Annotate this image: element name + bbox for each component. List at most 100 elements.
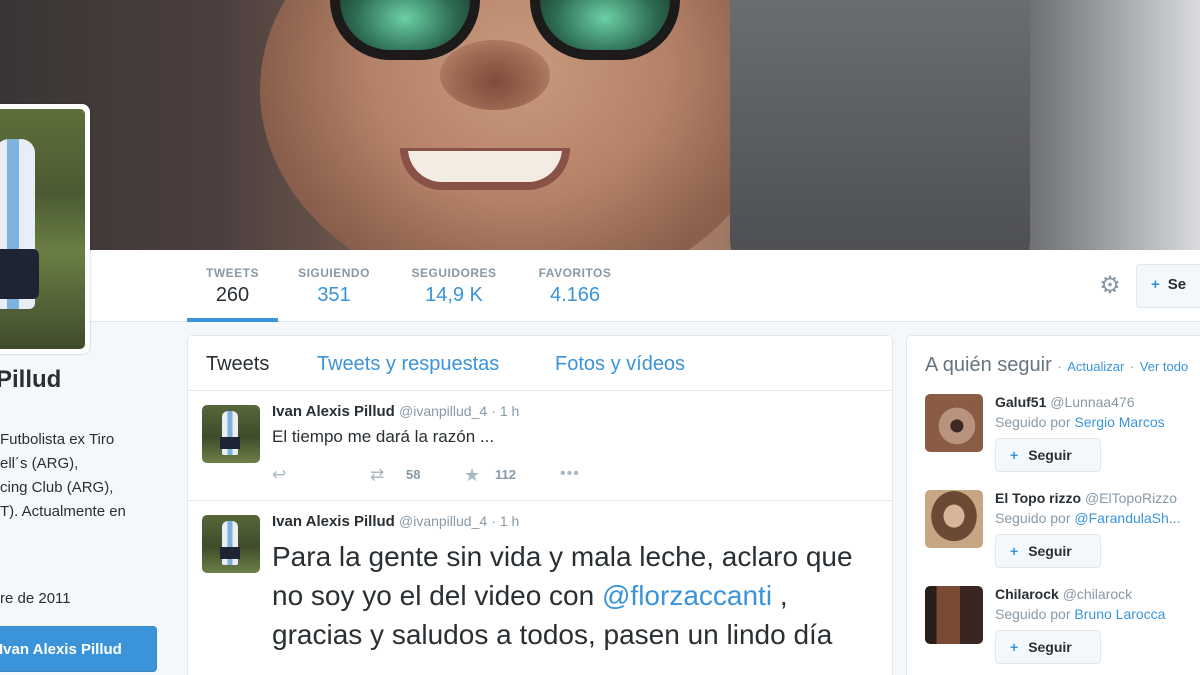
suggestion-name[interactable]: El Topo rizzo @ElTopoRizzo	[995, 490, 1177, 506]
favorite-count: 112	[495, 467, 516, 482]
follow-button[interactable]: + Se	[1136, 264, 1200, 308]
follow-suggestion-button[interactable]: + Seguir	[995, 630, 1101, 664]
timeline: Tweets Tweets y respuestas Fotos y vídeo…	[187, 335, 893, 675]
suggestion-item: El Topo rizzo @ElTopoRizzo Seguido por @…	[925, 490, 1200, 580]
bio-line: ell´s (ARG),	[0, 455, 79, 472]
tweet-fullname[interactable]: Ivan Alexis Pillud	[272, 513, 395, 530]
gear-icon[interactable]: ⚙	[1096, 272, 1124, 300]
avatar-player-shorts	[220, 437, 240, 449]
header-smile	[400, 148, 570, 190]
suggestion-context: Seguido por Bruno Larocca	[995, 606, 1165, 622]
add-user-icon: +	[1010, 447, 1019, 463]
suggestion-avatar[interactable]	[925, 394, 983, 452]
tab-tweets-replies[interactable]: Tweets y respuestas	[317, 353, 499, 376]
header-nose	[440, 40, 550, 110]
tweet-timestamp[interactable]: · 1 h	[491, 403, 519, 419]
stat-label: SIGUIENDO	[298, 266, 370, 280]
tweet-timestamp[interactable]: · 1 h	[491, 513, 519, 529]
suggestion-item: Chilarock @chilarock Seguido por Bruno L…	[925, 586, 1200, 675]
suggestion-avatar[interactable]	[925, 586, 983, 644]
bio-line: Futbolista ex Tiro	[0, 431, 115, 448]
profile-bio: Futbolista ex Tiro ell´s (ARG), cing Clu…	[0, 428, 180, 524]
separator-dot: ·	[1129, 359, 1135, 374]
suggestion-context: Seguido por @FarandulaSh...	[995, 510, 1180, 526]
stat-value: 351	[317, 284, 351, 306]
stat-label: TWEETS	[206, 266, 259, 280]
tweet-avatar[interactable]	[202, 515, 260, 573]
timeline-tabs: Tweets Tweets y respuestas Fotos y vídeo…	[188, 336, 892, 391]
follow-label: Seguir	[1028, 543, 1072, 559]
retweet-count: 58	[406, 467, 421, 482]
profile-nav: TWEETS 260 SIGUIENDO 351 SEGUIDORES 14,9…	[0, 250, 1200, 322]
suggestion-avatar[interactable]	[925, 490, 983, 548]
profile-avatar[interactable]	[0, 104, 90, 354]
suggestion-handle: @chilarock	[1062, 586, 1133, 602]
tweet-mention-link[interactable]: @florzaccanti	[602, 580, 772, 611]
tweet-item[interactable]: Ivan Alexis Pillud @ivanpillud_4 · 1 h E…	[188, 391, 892, 501]
suggestion-context: Seguido por Sergio Marcos	[995, 414, 1165, 430]
avatar-image	[0, 109, 85, 349]
tab-tweets[interactable]: Tweets	[206, 353, 269, 376]
suggestion-fullname: Galuf51	[995, 394, 1047, 410]
context-prefix: Seguido por	[995, 606, 1071, 622]
tweet-to-button[interactable]: Ivan Alexis Pillud	[0, 626, 157, 672]
stat-favorites[interactable]: FAVORITOS 4.166	[531, 250, 619, 322]
context-user-link[interactable]: Bruno Larocca	[1074, 606, 1165, 622]
tweet-username[interactable]: @ivanpillud_4	[399, 403, 487, 419]
avatar-player-shorts	[0, 249, 39, 299]
who-to-follow-header: A quién seguir · Actualizar · Ver todo	[925, 354, 1188, 377]
follow-label: Seguir	[1028, 447, 1072, 463]
stat-following[interactable]: SIGUIENDO 351	[292, 250, 376, 322]
reply-icon[interactable]: ↩	[272, 465, 286, 485]
follow-suggestion-button[interactable]: + Seguir	[995, 534, 1101, 568]
tweet-item[interactable]: Ivan Alexis Pillud @ivanpillud_4 · 1 h P…	[188, 501, 892, 675]
tab-photos-videos[interactable]: Fotos y vídeos	[555, 353, 685, 376]
stat-value: 14,9 K	[425, 284, 483, 306]
suggestion-item: Galuf51 @Lunnaa476 Seguido por Sergio Ma…	[925, 394, 1200, 484]
stat-label: FAVORITOS	[538, 266, 612, 280]
profile-join-date: re de 2011	[0, 590, 71, 607]
stat-value: 260	[215, 284, 250, 306]
follow-suggestion-button[interactable]: + Seguir	[995, 438, 1101, 472]
tweet-avatar[interactable]	[202, 405, 260, 463]
tweet-fullname[interactable]: Ivan Alexis Pillud	[272, 403, 395, 420]
refresh-link[interactable]: Actualizar	[1067, 359, 1124, 374]
context-user-link[interactable]: Sergio Marcos	[1074, 414, 1164, 430]
suggestion-handle: @Lunnaa476	[1050, 394, 1135, 410]
profile-header-photo[interactable]	[0, 0, 1200, 250]
header-face	[260, 0, 780, 250]
profile-name: Pillud	[0, 366, 62, 393]
who-to-follow: A quién seguir · Actualizar · Ver todo G…	[906, 335, 1200, 675]
suggestion-name[interactable]: Chilarock @chilarock	[995, 586, 1132, 602]
follow-button-label: Se	[1167, 276, 1187, 293]
separator-dot: ·	[1057, 359, 1062, 374]
view-all-link[interactable]: Ver todo	[1140, 359, 1188, 374]
context-prefix: Seguido por	[995, 414, 1071, 430]
add-user-icon: +	[1010, 543, 1019, 559]
tweet-header: Ivan Alexis Pillud @ivanpillud_4 · 1 h	[272, 403, 519, 420]
suggestion-fullname: Chilarock	[995, 586, 1059, 602]
who-to-follow-title: A quién seguir	[925, 354, 1052, 376]
retweet-icon[interactable]: ⇄	[370, 465, 384, 485]
bio-line: T). Actualmente en	[0, 503, 126, 520]
stat-label: SEGUIDORES	[411, 266, 497, 280]
tweet-text: Para la gente sin vida y mala leche, acl…	[272, 537, 882, 654]
suggestion-name[interactable]: Galuf51 @Lunnaa476	[995, 394, 1135, 410]
suggestion-fullname: El Topo rizzo	[995, 490, 1082, 506]
follow-label: Seguir	[1028, 639, 1072, 655]
tweet-text: El tiempo me dará la razón ...	[272, 427, 495, 446]
favorite-icon[interactable]: ★	[464, 465, 480, 486]
suggestion-handle: @ElTopoRizzo	[1084, 490, 1177, 506]
tweet-header: Ivan Alexis Pillud @ivanpillud_4 · 1 h	[272, 513, 519, 530]
context-prefix: Seguido por	[995, 510, 1071, 526]
stat-value: 4.166	[549, 284, 601, 306]
more-icon[interactable]: •••	[560, 465, 580, 483]
add-user-icon: +	[1151, 276, 1160, 293]
tweet-username[interactable]: @ivanpillud_4	[399, 513, 487, 529]
bio-line: cing Club (ARG),	[0, 479, 114, 496]
header-car-seat	[730, 0, 1030, 250]
stat-tweets[interactable]: TWEETS 260	[187, 250, 278, 322]
stat-followers[interactable]: SEGUIDORES 14,9 K	[404, 250, 504, 322]
add-user-icon: +	[1010, 639, 1019, 655]
context-user-link[interactable]: @FarandulaSh...	[1074, 510, 1180, 526]
